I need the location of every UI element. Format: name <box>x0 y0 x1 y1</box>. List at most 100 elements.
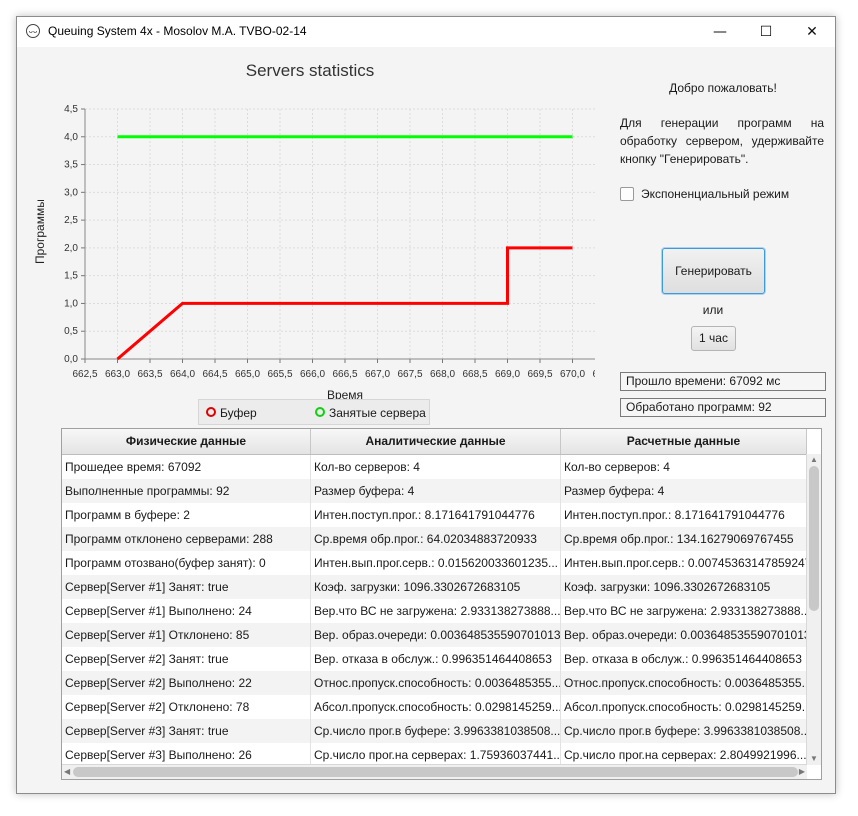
scroll-up-icon[interactable]: ▲ <box>810 455 818 465</box>
instructions-text: Для генерации программ на обработку серв… <box>620 116 824 166</box>
generate-button[interactable]: Генерировать <box>662 248 765 294</box>
table-row[interactable]: Сервер[Server #2] Занят: true Вер. отказа… <box>62 647 807 671</box>
title-bar[interactable]: ᴗᴗ Queuing System 4x - Mosolov M.A. TVBO… <box>17 17 835 47</box>
table-cell: Вер.что ВС не загружена: 2.933138273888.… <box>311 599 561 623</box>
chart-plot: 662,5 663,0 663,5 664,0 664,5 665,0 665,5 666,0… <box>64 104 595 402</box>
table-cell: Сервер[Server #2] Выполнено: 22 <box>62 671 311 695</box>
servers-chart: Servers statistics 662,5 663,0 663,5 664,0 6… <box>25 49 595 419</box>
legend-dot-buffer-icon <box>206 407 216 417</box>
horizontal-scrollbar[interactable]: ◀ ▶ <box>62 764 807 779</box>
table-cell: Интен.поступ.прог.: 8.171641791044776 <box>561 503 807 527</box>
table-cell: Программ отозвано(буфер занят): 0 <box>62 551 311 575</box>
table-cell: Сервер[Server #1] Занят: true <box>62 575 311 599</box>
table-cell: Интен.поступ.прог.: 8.171641791044776 <box>311 503 561 527</box>
table-cell: Коэф. загрузки: 1096.3302672683105 <box>561 575 807 599</box>
queue-app-icon: ᴗᴗ <box>26 24 40 38</box>
y-tick-label: 0,5 <box>64 326 78 337</box>
vertical-scroll-thumb[interactable] <box>809 466 819 611</box>
table-cell: Выполненные программы: 92 <box>62 479 311 503</box>
table-row[interactable]: Программ в буфере: 2 Интен.поступ.прог.: … <box>62 503 807 527</box>
scroll-right-icon[interactable]: ▶ <box>799 767 805 777</box>
x-tick-label: 665,5 <box>267 369 292 380</box>
table-cell: Интен.вып.прог.серв.: 0.015620033601235.… <box>311 551 561 575</box>
table-row[interactable]: Сервер[Server #3] Выполнено: 26 Ср.число … <box>62 743 807 765</box>
table-cell: Относ.пропуск.способность: 0.0036485355.… <box>561 671 807 695</box>
table-row[interactable]: Сервер[Server #2] Отклонено: 78 Абсол.про… <box>62 695 807 719</box>
minimize-icon[interactable]: — <box>697 17 743 47</box>
table-body: Прошедее время: 67092 Кол-во серверов: 4К… <box>62 455 807 765</box>
y-tick-label: 3,5 <box>64 160 78 171</box>
table-cell: Сервер[Server #2] Занят: true <box>62 647 311 671</box>
table-row[interactable]: Программ отозвано(буфер занят): 0 Интен.в… <box>62 551 807 575</box>
table-header: Физические данные Аналитические данные Р… <box>62 429 807 455</box>
table-cell: Ср.время обр.прог.: 134.16279069767455 <box>561 527 807 551</box>
table-cell: Абсол.пропуск.способность: 0.0298145259.… <box>561 695 807 719</box>
vertical-scrollbar[interactable]: ▲ ▼ <box>806 454 821 765</box>
x-tick-label: 668,5 <box>462 369 487 380</box>
table-row[interactable]: Сервер[Server #2] Выполнено: 22 Относ.про… <box>62 671 807 695</box>
scroll-down-icon[interactable]: ▼ <box>810 754 818 764</box>
close-icon[interactable]: ✕ <box>789 17 835 47</box>
table-row[interactable]: Выполненные программы: 92 Размер буфера: … <box>62 479 807 503</box>
column-header-physical[interactable]: Физические данные <box>62 429 311 454</box>
table-row[interactable]: Сервер[Server #1] Занят: true Коэф. загру… <box>62 575 807 599</box>
x-tick-label: 669,5 <box>527 369 552 380</box>
table-cell: Вер. отказа в обслуж.: 0.996351464408653 <box>561 647 807 671</box>
table-cell: Вер. образ.очереди: 0.003648535590701013 <box>311 623 561 647</box>
table-cell: Сервер[Server #1] Отклонено: 85 <box>62 623 311 647</box>
x-tick-label: 665,0 <box>235 369 260 380</box>
one-hour-button[interactable]: 1 час <box>691 326 736 351</box>
exp-mode-label[interactable]: Экспоненциальный режим <box>641 187 789 201</box>
table-cell: Программ в буфере: 2 <box>62 503 311 527</box>
table-cell: Относ.пропуск.способность: 0.0036485355.… <box>311 671 561 695</box>
x-tick-label: 664,5 <box>202 369 227 380</box>
table-row[interactable]: Сервер[Server #1] Выполнено: 24 Вер.что В… <box>62 599 807 623</box>
legend-label-busy-servers: Занятые сервера <box>329 406 426 420</box>
y-tick-label: 4,5 <box>64 104 78 115</box>
legend-item-buffer: Буфер <box>206 406 257 420</box>
table-cell: Размер буфера: 4 <box>561 479 807 503</box>
x-tick-label: 669,0 <box>495 369 520 380</box>
table-cell: Кол-во серверов: 4 <box>311 455 561 479</box>
table-cell: Вер.что ВС не загружена: 2.933138273888.… <box>561 599 807 623</box>
x-tick-label: 668,0 <box>430 369 455 380</box>
x-tick-label: 663,0 <box>105 369 130 380</box>
y-tick-label: 2,0 <box>64 243 78 254</box>
table-cell: Сервер[Server #3] Выполнено: 26 <box>62 743 311 765</box>
scroll-left-icon[interactable]: ◀ <box>64 767 70 777</box>
y-tick-label: 4,0 <box>64 132 78 143</box>
x-tick-label: 667,5 <box>397 369 422 380</box>
x-tick-label: 664,0 <box>170 369 195 380</box>
or-label: или <box>702 303 724 317</box>
y-tick-label: 2,5 <box>64 215 78 226</box>
horizontal-scroll-thumb[interactable] <box>73 767 798 777</box>
x-tick-label: 663,5 <box>137 369 162 380</box>
welcome-text: Добро пожаловать! <box>669 81 777 95</box>
table-row[interactable]: Программ отклонено серверами: 288 Ср.врем… <box>62 527 807 551</box>
table-row[interactable]: Сервер[Server #1] Отклонено: 85 Вер. обра… <box>62 623 807 647</box>
table-cell: Коэф. загрузки: 1096.3302672683105 <box>311 575 561 599</box>
legend-item-busy-servers: Занятые сервера <box>315 406 426 420</box>
table-row[interactable]: Сервер[Server #3] Занят: true Ср.число пр… <box>62 719 807 743</box>
y-tick-label: 0,0 <box>64 354 78 365</box>
table-row[interactable]: Прошедее время: 67092 Кол-во серверов: 4К… <box>62 455 807 479</box>
table-cell: Ср.число прог.в буфере: 3.9963381038508.… <box>311 719 561 743</box>
table-cell: Ср.число прог.на серверах: 2.8049921996.… <box>561 743 807 765</box>
exp-mode-checkbox[interactable] <box>620 187 634 201</box>
column-header-analytic[interactable]: Аналитические данные <box>311 429 561 454</box>
table-cell: Интен.вып.прог.серв.: 0.0074536314785924… <box>561 551 807 575</box>
processed-programs-field: Обработано программ: 92 <box>620 398 826 417</box>
x-tick-label: 662,5 <box>72 369 97 380</box>
legend-dot-servers-icon <box>315 407 325 417</box>
elapsed-time-field: Прошло времени: 67092 мс <box>620 372 826 391</box>
stats-table: Физические данные Аналитические данные Р… <box>61 428 822 780</box>
y-axis-label: Программы <box>33 199 47 264</box>
table-cell: Размер буфера: 4 <box>311 479 561 503</box>
legend-label-buffer: Буфер <box>220 406 257 420</box>
table-cell: Сервер[Server #3] Занят: true <box>62 719 311 743</box>
maximize-icon[interactable]: ☐ <box>743 17 789 47</box>
x-tick-label: 666,0 <box>300 369 325 380</box>
table-cell: Ср.время обр.прог.: 64.02034883720933 <box>311 527 561 551</box>
column-header-calculated[interactable]: Расчетные данные <box>561 429 807 454</box>
y-tick-label: 3,0 <box>64 187 78 198</box>
